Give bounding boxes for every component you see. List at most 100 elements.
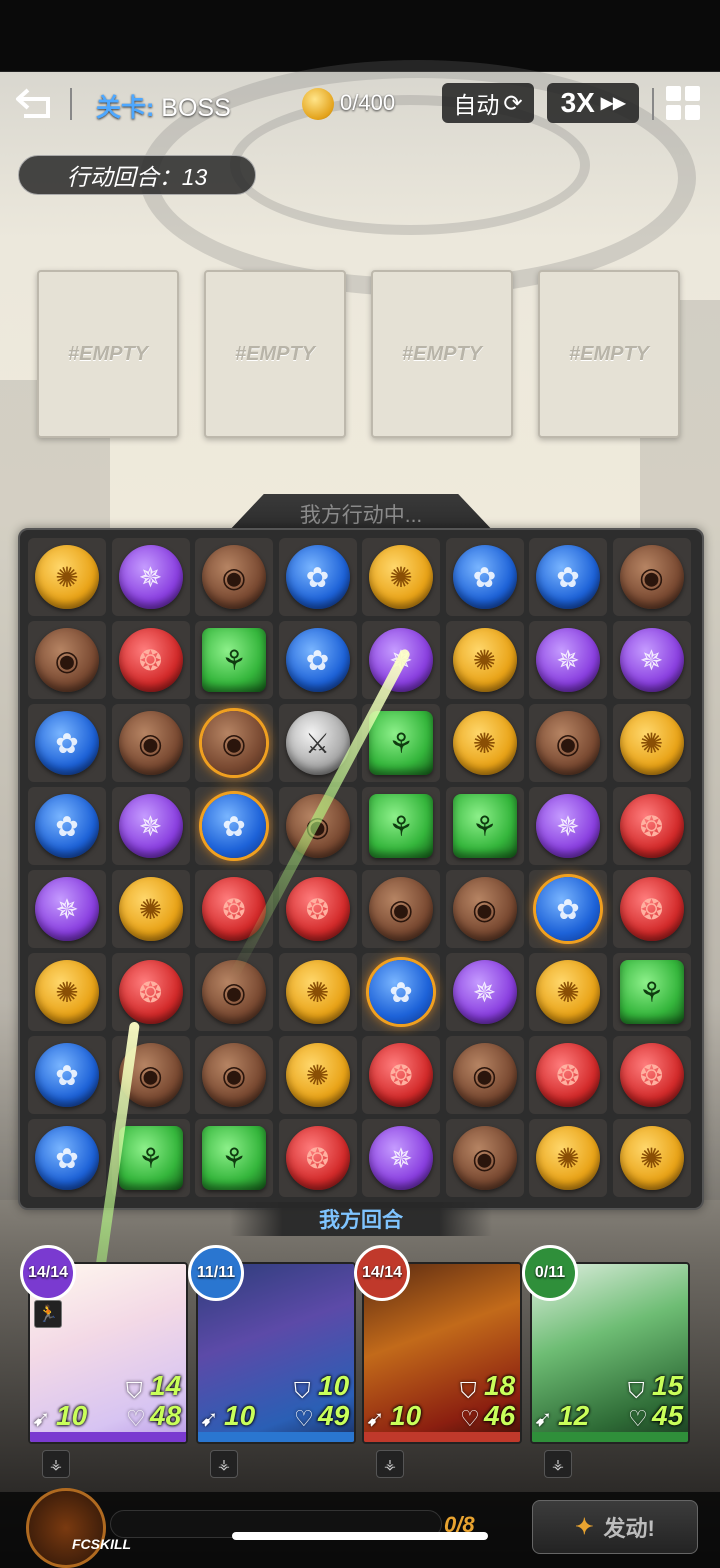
auto-button[interactable]: 自动 ⟳ bbox=[442, 83, 534, 123]
yellow-gem-icon[interactable]: ✺ bbox=[536, 1126, 600, 1190]
board-cell[interactable]: ✿ bbox=[529, 538, 607, 616]
board-cell[interactable]: ✺ bbox=[612, 704, 691, 782]
brown-gem-icon[interactable]: ◉ bbox=[369, 877, 433, 941]
board-cell[interactable]: ⚘ bbox=[111, 1119, 190, 1197]
blue-gem-icon[interactable]: ✿ bbox=[452, 545, 517, 609]
board-cell[interactable]: ❂ bbox=[278, 1119, 357, 1197]
board-cell[interactable]: ◉ bbox=[28, 621, 106, 699]
board-cell[interactable]: ◉ bbox=[195, 953, 273, 1031]
board-cell[interactable]: ❂ bbox=[111, 621, 190, 699]
blue-gem-icon[interactable]: ✿ bbox=[35, 1126, 99, 1190]
red-gem-icon[interactable]: ❂ bbox=[536, 1043, 600, 1107]
board-cell[interactable]: ◉ bbox=[445, 870, 524, 948]
board-cell[interactable]: ◉ bbox=[195, 538, 273, 616]
board-cell[interactable]: ⚔ bbox=[278, 704, 357, 782]
brown-gem-icon[interactable]: ◉ bbox=[35, 628, 99, 692]
board-cell[interactable]: ✿ bbox=[195, 787, 273, 865]
board-cell[interactable]: ✺ bbox=[445, 621, 524, 699]
board-cell[interactable]: ✺ bbox=[111, 870, 190, 948]
board-cell[interactable]: ✵ bbox=[612, 621, 691, 699]
board-cell[interactable]: ✵ bbox=[111, 538, 190, 616]
brown-gem-icon[interactable]: ◉ bbox=[118, 711, 183, 775]
yellow-gem-icon[interactable]: ✺ bbox=[536, 960, 600, 1024]
board-cell[interactable]: ◉ bbox=[278, 787, 357, 865]
blue-gem-icon[interactable]: ✿ bbox=[285, 628, 350, 692]
yellow-gem-icon[interactable]: ✺ bbox=[118, 877, 183, 941]
board-cell[interactable]: ✿ bbox=[28, 1036, 106, 1114]
purple-gem-icon[interactable]: ✵ bbox=[118, 794, 183, 858]
red-gem-icon[interactable]: ❂ bbox=[285, 877, 350, 941]
board-cell[interactable]: ✵ bbox=[362, 621, 440, 699]
purple-gem-icon[interactable]: ✵ bbox=[35, 877, 99, 941]
purple-gem-icon[interactable]: ✵ bbox=[619, 628, 684, 692]
brown-gem-icon[interactable]: ◉ bbox=[202, 545, 266, 609]
board-cell[interactable]: ◉ bbox=[445, 1119, 524, 1197]
yellow-gem-icon[interactable]: ✺ bbox=[452, 628, 517, 692]
brown-gem-icon[interactable]: ◉ bbox=[452, 1126, 517, 1190]
fcskill-orb[interactable] bbox=[26, 1488, 106, 1568]
board-cell[interactable]: ❂ bbox=[362, 1036, 440, 1114]
board-cell[interactable]: ⚘ bbox=[362, 787, 440, 865]
board-cell[interactable]: ◉ bbox=[612, 538, 691, 616]
red-gem-icon[interactable]: ❂ bbox=[285, 1126, 350, 1190]
board-cell[interactable]: ◉ bbox=[529, 704, 607, 782]
board-cell[interactable]: ◉ bbox=[111, 704, 190, 782]
board-cell[interactable]: ✵ bbox=[529, 787, 607, 865]
red-gem-icon[interactable]: ❂ bbox=[619, 794, 684, 858]
board-cell[interactable]: ✺ bbox=[445, 704, 524, 782]
green-gem-icon[interactable]: ⚘ bbox=[619, 960, 684, 1024]
purple-gem-icon[interactable]: ✵ bbox=[452, 960, 517, 1024]
board-cell[interactable]: ⚘ bbox=[612, 953, 691, 1031]
brown-gem-icon[interactable]: ◉ bbox=[202, 960, 266, 1024]
board-cell[interactable]: ✵ bbox=[28, 870, 106, 948]
board-cell[interactable]: ⚘ bbox=[362, 704, 440, 782]
board-cell[interactable]: ❂ bbox=[111, 953, 190, 1031]
board-cell[interactable]: ✿ bbox=[28, 1119, 106, 1197]
menu-grid-button[interactable] bbox=[666, 86, 700, 120]
speed-button[interactable]: 3X ▶▶ bbox=[547, 83, 639, 123]
yellow-gem-icon[interactable]: ✺ bbox=[369, 545, 433, 609]
sword-gem-icon[interactable]: ⚔ bbox=[285, 711, 350, 775]
board-cell[interactable]: ✵ bbox=[362, 1119, 440, 1197]
yellow-gem-icon[interactable]: ✺ bbox=[619, 1126, 684, 1190]
blue-gem-icon[interactable]: ✿ bbox=[536, 545, 600, 609]
blue-gem-icon[interactable]: ✿ bbox=[285, 545, 350, 609]
board-cell[interactable]: ✺ bbox=[28, 953, 106, 1031]
board-cell[interactable]: ✵ bbox=[111, 787, 190, 865]
board-cell[interactable]: ◉ bbox=[111, 1036, 190, 1114]
board-cell[interactable]: ◉ bbox=[362, 870, 440, 948]
board-cell[interactable]: ✺ bbox=[612, 1119, 691, 1197]
hero-skill-icon[interactable]: ⚶ bbox=[544, 1450, 572, 1478]
red-gem-icon[interactable]: ❂ bbox=[202, 877, 266, 941]
green-gem-icon[interactable]: ⚘ bbox=[202, 1126, 266, 1190]
board-cell[interactable]: ✿ bbox=[529, 870, 607, 948]
blue-gem-icon[interactable]: ✿ bbox=[35, 711, 99, 775]
board-cell[interactable]: ✺ bbox=[278, 1036, 357, 1114]
red-gem-icon[interactable]: ❂ bbox=[619, 877, 684, 941]
brown-gem-icon[interactable]: ◉ bbox=[202, 711, 266, 775]
brown-gem-icon[interactable]: ◉ bbox=[118, 1043, 183, 1107]
yellow-gem-icon[interactable]: ✺ bbox=[285, 960, 350, 1024]
brown-gem-icon[interactable]: ◉ bbox=[285, 794, 350, 858]
board-cell[interactable]: ◉ bbox=[195, 704, 273, 782]
blue-gem-icon[interactable]: ✿ bbox=[35, 1043, 99, 1107]
yellow-gem-icon[interactable]: ✺ bbox=[619, 711, 684, 775]
board-cell[interactable]: ✿ bbox=[362, 953, 440, 1031]
board-cell[interactable]: ❂ bbox=[278, 870, 357, 948]
board-cell[interactable]: ✿ bbox=[278, 538, 357, 616]
purple-gem-icon[interactable]: ✵ bbox=[536, 794, 600, 858]
board-cell[interactable]: ⚘ bbox=[445, 787, 524, 865]
purple-gem-icon[interactable]: ✵ bbox=[118, 545, 183, 609]
brown-gem-icon[interactable]: ◉ bbox=[452, 877, 517, 941]
blue-gem-icon[interactable]: ✿ bbox=[536, 877, 600, 941]
blue-gem-icon[interactable]: ✿ bbox=[202, 794, 266, 858]
board-cell[interactable]: ❂ bbox=[612, 870, 691, 948]
red-gem-icon[interactable]: ❂ bbox=[619, 1043, 684, 1107]
hero-skill-icon[interactable]: ⚶ bbox=[376, 1450, 404, 1478]
yellow-gem-icon[interactable]: ✺ bbox=[285, 1043, 350, 1107]
green-gem-icon[interactable]: ⚘ bbox=[118, 1126, 183, 1190]
brown-gem-icon[interactable]: ◉ bbox=[619, 545, 684, 609]
board-cell[interactable]: ✺ bbox=[529, 1119, 607, 1197]
board-cell[interactable]: ✵ bbox=[529, 621, 607, 699]
red-gem-icon[interactable]: ❂ bbox=[118, 960, 183, 1024]
